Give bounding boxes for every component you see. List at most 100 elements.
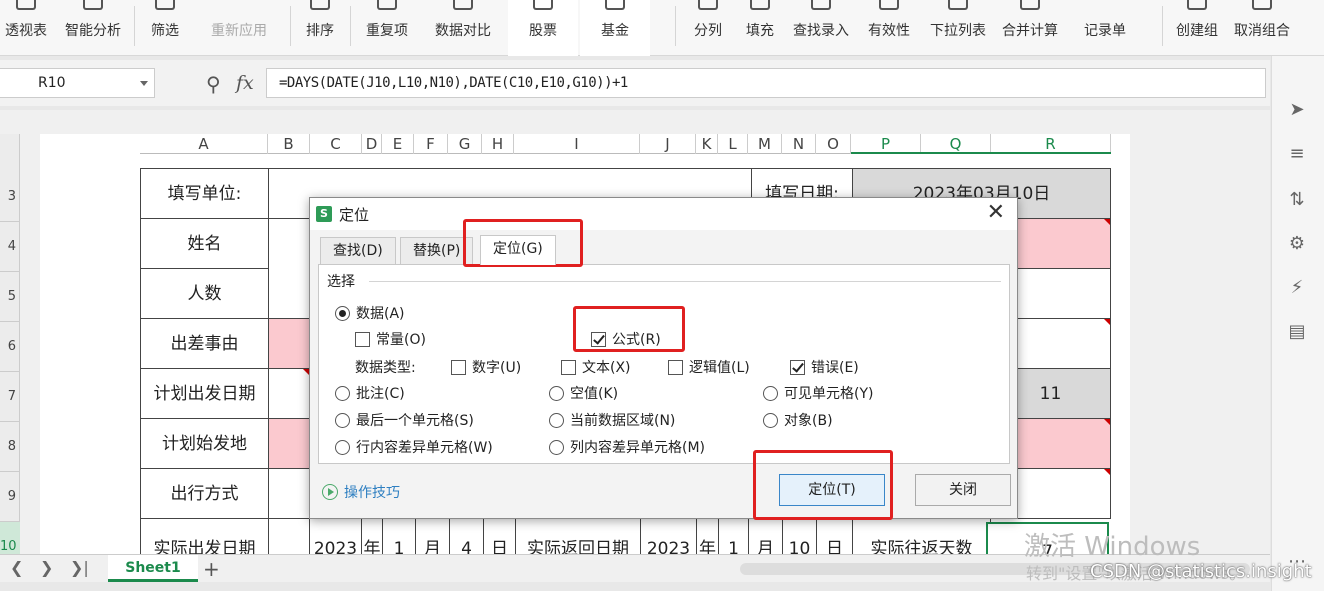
radio-data[interactable]: 数据(A): [335, 303, 405, 323]
col-header-p[interactable]: P: [851, 134, 921, 154]
cell-actual-depart-label[interactable]: 实际出发日期: [140, 518, 269, 554]
split-column-button[interactable]: 分列: [686, 0, 730, 56]
record-form-button[interactable]: 记录单: [1068, 0, 1142, 56]
row-header-7[interactable]: 7: [0, 372, 20, 422]
chevron-down-icon[interactable]: [140, 81, 148, 86]
col-header-e[interactable]: E: [382, 134, 414, 154]
checkbox-number[interactable]: 数字(U): [451, 357, 521, 377]
close-button[interactable]: 关闭: [915, 474, 1011, 506]
first-sheet-icon[interactable]: ❮: [10, 558, 23, 577]
transform-icon[interactable]: ⇅: [1286, 190, 1308, 210]
radio-visible-cells[interactable]: 可见单元格(Y): [763, 383, 873, 403]
cell-d10[interactable]: 年: [361, 518, 383, 554]
sort-button[interactable]: 排序: [298, 0, 342, 56]
cell-actual-return-label[interactable]: 实际返回日期: [515, 518, 641, 554]
cell-e10[interactable]: 1: [382, 518, 416, 554]
consolidate-button[interactable]: 合并计算: [998, 0, 1062, 56]
cell-actual-days-label[interactable]: 实际往返天数: [852, 518, 991, 554]
reapply-button[interactable]: 重新应用: [194, 0, 284, 56]
row-header-8[interactable]: 8: [0, 422, 20, 472]
radio-row-diff[interactable]: 行内容差异单元格(W): [335, 437, 493, 457]
duplicates-button[interactable]: 重复项: [358, 0, 416, 56]
tab-goto[interactable]: 定位(G): [480, 235, 556, 265]
radio-last-cell[interactable]: 最后一个单元格(S): [335, 410, 474, 430]
col-header-d[interactable]: D: [362, 134, 382, 154]
cell-o10[interactable]: 日: [816, 518, 853, 554]
radio-objects[interactable]: 对象(B): [763, 410, 833, 430]
name-box[interactable]: R10: [0, 68, 155, 98]
radio-current-region[interactable]: 当前数据区域(N): [549, 410, 675, 430]
cell-fill-unit-label[interactable]: 填写单位:: [140, 168, 269, 219]
fill-button[interactable]: 填充: [738, 0, 782, 56]
cell-g10[interactable]: 4: [449, 518, 484, 554]
row-header-4[interactable]: 4: [0, 222, 20, 272]
tips-link[interactable]: 操作技巧: [322, 482, 400, 502]
checkbox-error[interactable]: 错误(E): [790, 357, 859, 377]
zoom-search-icon[interactable]: ⚲: [206, 72, 221, 96]
cell-plan-date-label[interactable]: 计划出发日期: [140, 368, 269, 419]
dropdown-list-button[interactable]: 下拉列表: [926, 0, 990, 56]
tab-sheet1[interactable]: Sheet1: [108, 555, 198, 582]
col-header-i[interactable]: I: [514, 134, 640, 154]
cell-j10[interactable]: 2023: [640, 518, 697, 554]
col-header-l[interactable]: L: [718, 134, 748, 154]
row-header-5[interactable]: 5: [0, 272, 20, 322]
formula-input[interactable]: =DAYS(DATE(J10,L10,N10),DATE(C10,E10,G10…: [266, 68, 1266, 98]
checkbox-logical[interactable]: 逻辑值(L): [668, 357, 750, 377]
col-header-q[interactable]: Q: [921, 134, 991, 154]
dialog-titlebar[interactable]: S 定位 ✕: [310, 198, 1017, 230]
cell-plan-place-value[interactable]: [268, 418, 310, 469]
col-header-f[interactable]: F: [414, 134, 448, 154]
cell-plan-place-label[interactable]: 计划始发地: [140, 418, 269, 469]
cell-name-label[interactable]: 姓名: [140, 218, 269, 269]
data-compare-button[interactable]: 数据对比: [426, 0, 500, 56]
col-header-r[interactable]: R: [991, 134, 1111, 154]
cell-reason-value[interactable]: [268, 318, 310, 369]
filter-button[interactable]: 筛选: [142, 0, 188, 56]
pointer-icon[interactable]: ➤: [1286, 100, 1308, 120]
cell-l10[interactable]: 1: [718, 518, 749, 554]
close-icon[interactable]: ✕: [987, 200, 1005, 226]
smart-analysis-button[interactable]: 智能分析: [60, 0, 126, 56]
cell-m10[interactable]: 月: [748, 518, 783, 554]
row-header-3[interactable]: 3: [0, 172, 20, 222]
cell-f10[interactable]: 月: [415, 518, 450, 554]
row-header-6[interactable]: 6: [0, 322, 20, 372]
col-header-j[interactable]: J: [640, 134, 696, 154]
checkbox-constant[interactable]: 常量(O): [355, 329, 426, 349]
robot-icon[interactable]: ⚙: [1286, 234, 1308, 254]
radio-col-diff[interactable]: 列内容差异单元格(M): [549, 437, 705, 457]
cell-b10[interactable]: [268, 518, 310, 554]
cell-n10[interactable]: 10: [782, 518, 817, 554]
last-sheet-icon[interactable]: ❯|: [70, 558, 89, 577]
col-header-c[interactable]: C: [310, 134, 362, 154]
cell-k10[interactable]: 年: [696, 518, 719, 554]
tab-find[interactable]: 查找(D): [320, 237, 396, 265]
next-sheet-icon[interactable]: ❯: [40, 558, 53, 577]
col-header-m[interactable]: M: [748, 134, 782, 154]
checkbox-text[interactable]: 文本(X): [561, 357, 631, 377]
radio-blank[interactable]: 空值(K): [549, 383, 618, 403]
lightning-icon[interactable]: ⚡: [1286, 278, 1308, 298]
pivot-table-button[interactable]: 透视表: [0, 0, 52, 56]
create-group-button[interactable]: 创建组: [1172, 0, 1222, 56]
cell-count-label[interactable]: 人数: [140, 268, 269, 319]
cell-reason-label[interactable]: 出差事由: [140, 318, 269, 369]
cell-c10[interactable]: 2023: [309, 518, 362, 554]
col-header-o[interactable]: O: [816, 134, 851, 154]
fx-icon[interactable]: fx: [236, 72, 254, 94]
row-header-10[interactable]: 10: [0, 522, 20, 554]
col-header-g[interactable]: G: [448, 134, 482, 154]
col-header-n[interactable]: N: [782, 134, 816, 154]
col-header-a[interactable]: A: [140, 134, 268, 154]
lookup-entry-button[interactable]: 查找录入: [790, 0, 852, 56]
cell-h10[interactable]: 日: [483, 518, 516, 554]
row-header-9[interactable]: 9: [0, 472, 20, 522]
radio-comment[interactable]: 批注(C): [335, 383, 405, 403]
add-sheet-icon[interactable]: +: [203, 557, 220, 581]
col-header-h[interactable]: H: [482, 134, 514, 154]
col-header-k[interactable]: K: [696, 134, 718, 154]
validation-button[interactable]: 有效性: [860, 0, 918, 56]
ungroup-button[interactable]: 取消组合: [1230, 0, 1294, 56]
cell-plan-date-value[interactable]: [268, 368, 310, 419]
